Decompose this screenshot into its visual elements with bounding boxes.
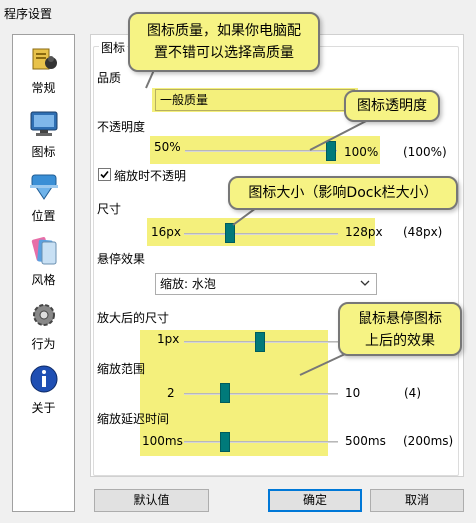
callout-hover-line1: 鼠标悬停图标 [358,311,442,327]
defaults-button[interactable]: 默认值 [94,489,209,512]
cancel-button[interactable]: 取消 [370,489,464,512]
callout-quality-line2: 置不错可以选择高质量 [154,45,294,61]
callout-hover: 鼠标悬停图标 上后的效果 [338,302,462,356]
callout-quality: 图标质量，如果你电脑配 置不错可以选择高质量 [128,12,320,72]
callout-pointers [145,69,373,376]
callout-quality-line1: 图标质量，如果你电脑配 [147,23,301,39]
ok-button[interactable]: 确定 [268,489,362,512]
callout-hover-line2: 上后的效果 [365,333,435,349]
callout-size: 图标大小（影响Dock栏大小） [228,176,458,210]
callout-opacity: 图标透明度 [344,90,440,122]
